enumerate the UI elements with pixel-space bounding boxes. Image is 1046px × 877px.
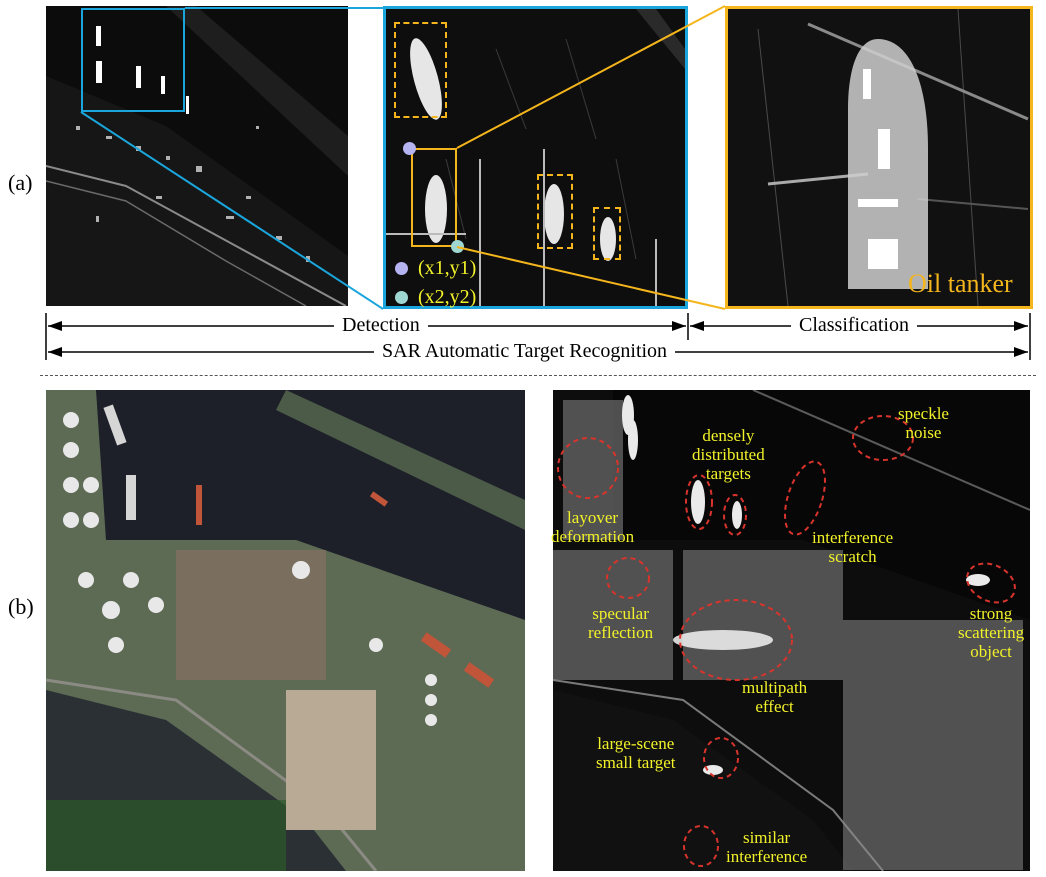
detection-arrowhead-left	[48, 321, 62, 331]
detection-arrowhead-right	[672, 321, 686, 331]
class-connector-bottom	[456, 246, 726, 310]
connector-lines	[45, 5, 1031, 360]
classification-arrowhead-left	[690, 321, 704, 331]
strong-scattering-ellipse	[966, 562, 1016, 604]
sar-atr-label: SAR Automatic Target Recognition	[374, 340, 676, 363]
specular-reflection-ellipse	[606, 557, 650, 599]
zoom-connector-bottom	[80, 111, 384, 310]
classification-arrowhead-right	[1014, 321, 1028, 331]
section-divider	[40, 375, 1036, 376]
speckle-noise-label: speckle noise	[898, 404, 949, 442]
detection-label: Detection	[334, 314, 428, 337]
dense-target-ellipse-1	[685, 474, 713, 530]
atr-arrowhead-right	[1014, 347, 1028, 357]
strong-scattering-label: strong scattering object	[958, 604, 1025, 661]
interference-scratch-ellipse	[784, 460, 826, 536]
atr-arrowhead-left	[48, 347, 62, 357]
class-connector-top	[456, 5, 726, 149]
similar-interference-ellipse	[683, 825, 719, 867]
classification-label: Classification	[791, 314, 917, 337]
multipath-effect-label: multipath effect	[742, 678, 808, 716]
optical-texture	[46, 390, 525, 871]
panel-label-b: (b)	[8, 594, 34, 619]
layover-deformation-label: layover deformation	[551, 508, 635, 546]
large-scene-ellipse	[703, 737, 739, 779]
interference-scratch-label: interference scratch	[812, 528, 894, 566]
specular-reflection-label: specular reflection	[588, 604, 654, 642]
multipath-ellipse	[679, 599, 793, 681]
layover-ellipse	[557, 437, 619, 499]
densely-distributed-label: densely distributed targets	[692, 426, 765, 483]
dense-target-ellipse-2	[723, 494, 747, 536]
large-scene-small-target-label: large-scene small target	[596, 734, 676, 772]
similar-interference-label: similar interference	[726, 828, 808, 866]
optical-image	[46, 390, 525, 871]
